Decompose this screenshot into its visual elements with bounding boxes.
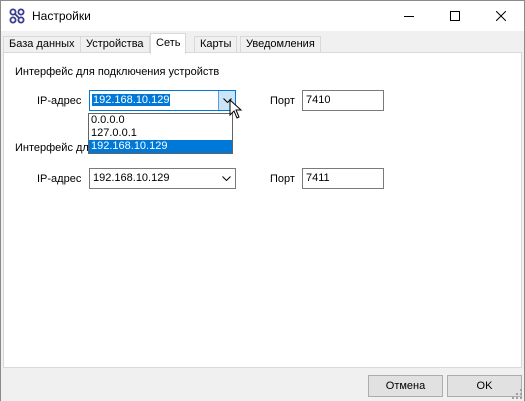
minimize-icon	[404, 16, 414, 17]
settings-window: Настройки База данных Устройства Сеть Ка…	[0, 0, 525, 401]
maximize-button[interactable]	[432, 1, 478, 31]
devices-ip-label: IP-адрес	[37, 95, 82, 107]
maximize-icon	[450, 11, 460, 21]
second-port-input[interactable]: 7411	[302, 168, 384, 189]
window-title: Настройки	[32, 9, 91, 23]
second-ip-dropdown-button[interactable]	[218, 169, 235, 188]
ip-dropdown-list: 0.0.0.0 127.0.0.1 192.168.10.129	[88, 113, 233, 154]
tab-notifications[interactable]: Уведомления	[240, 36, 321, 53]
second-ip-label: IP-адрес	[37, 173, 82, 185]
devices-ip-combobox[interactable]: 192.168.10.129	[89, 90, 236, 111]
devices-port-label: Порт	[270, 95, 295, 107]
second-ip-value: 192.168.10.129	[93, 172, 170, 184]
second-ip-combobox[interactable]: 192.168.10.129	[89, 168, 236, 189]
close-button[interactable]	[478, 1, 524, 31]
title-bar[interactable]: Настройки	[1, 1, 524, 31]
tab-network[interactable]: Сеть	[150, 33, 187, 54]
tab-devices[interactable]: Устройства	[80, 36, 150, 53]
devices-port-input[interactable]: 7410	[302, 90, 384, 111]
tab-database[interactable]: База данных	[3, 36, 81, 53]
app-icon	[9, 8, 25, 24]
ip-option-127001[interactable]: 127.0.0.1	[89, 127, 232, 140]
second-port-label: Порт	[270, 173, 295, 185]
ok-button[interactable]: OK	[447, 375, 522, 397]
network-tab-panel: Интерфейс для подключения устройств IP-а…	[3, 52, 522, 368]
tab-maps[interactable]: Карты	[194, 36, 238, 53]
cancel-button[interactable]: Отмена	[368, 375, 443, 397]
chevron-down-icon	[222, 176, 231, 181]
minimize-button[interactable]	[386, 1, 432, 31]
ip-option-19216810129[interactable]: 192.168.10.129	[89, 140, 232, 153]
close-icon	[496, 11, 506, 21]
mouse-cursor-icon	[229, 99, 243, 119]
devices-ip-value: 192.168.10.129	[92, 94, 171, 106]
resize-grip-icon[interactable]	[512, 389, 522, 399]
devices-group-title: Интерфейс для подключения устройств	[15, 66, 220, 78]
ip-option-0000[interactable]: 0.0.0.0	[89, 114, 232, 127]
dialog-footer: Отмена OK	[1, 369, 524, 401]
tab-strip: База данных Устройства Сеть Карты Уведом…	[1, 31, 524, 54]
second-group-title: Интерфейс для	[15, 142, 95, 154]
